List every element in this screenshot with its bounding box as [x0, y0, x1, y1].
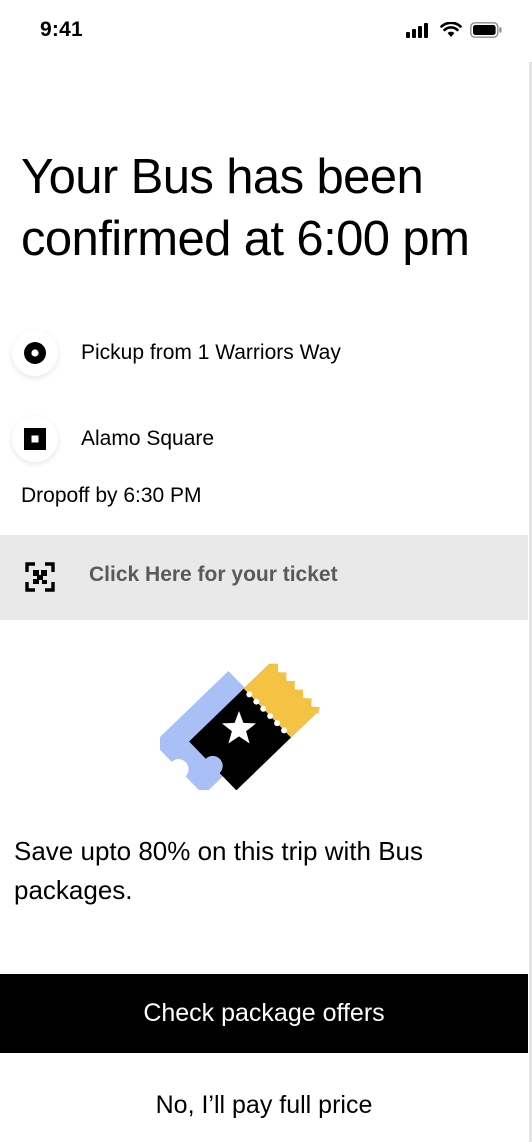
status-bar: 9:41 — [0, 0, 532, 62]
qr-scan-icon — [25, 562, 55, 592]
pickup-row: Pickup from 1 Warriors Way — [0, 323, 532, 383]
tickets-illustration — [160, 663, 320, 790]
ticket-link-label: Click Here for your ticket — [89, 563, 338, 586]
ticket-link[interactable]: Click Here for your ticket — [0, 535, 528, 620]
page-title: Your Bus has been confirmed at 6:00 pm — [21, 150, 470, 266]
pay-full-price-button[interactable]: No, I’ll pay full price — [0, 1080, 528, 1130]
destination-row: Alamo Square — [0, 409, 532, 469]
battery-icon — [470, 22, 502, 38]
pickup-dot-icon — [12, 330, 58, 376]
destination-label: Alamo Square — [81, 427, 215, 450]
wifi-icon — [440, 22, 462, 37]
check-package-offers-button[interactable]: Check package offers — [0, 974, 528, 1053]
status-icons — [406, 22, 502, 38]
status-time: 9:41 — [40, 18, 83, 41]
cellular-signal-icon — [406, 23, 428, 38]
dropoff-time: Dropoff by 6:30 PM — [21, 484, 202, 507]
promo-text: Save upto 80% on this trip with Bus pack… — [14, 836, 424, 905]
pickup-label: Pickup from 1 Warriors Way — [81, 341, 341, 364]
dropoff-square-icon — [12, 416, 58, 462]
